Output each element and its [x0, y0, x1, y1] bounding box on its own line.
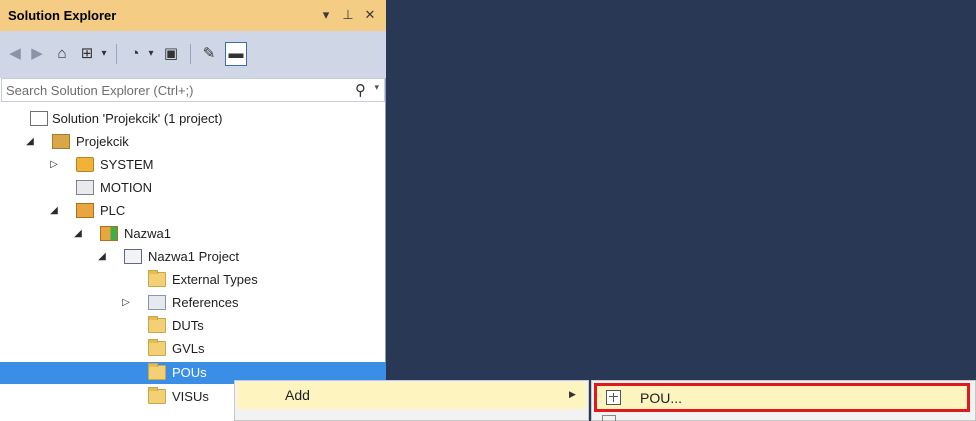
- expand-arrow-icon[interactable]: ◢: [72, 223, 84, 245]
- toolbar-separator: [116, 44, 117, 64]
- window-position-dropdown-icon[interactable]: ▾: [318, 6, 334, 24]
- pin-icon[interactable]: ⊥: [340, 6, 356, 24]
- toolbar-separator: [190, 44, 191, 64]
- expand-arrow-icon[interactable]: ◢: [24, 131, 36, 153]
- folder-icon: [148, 316, 166, 333]
- tree-item-nazwa1-project[interactable]: ◢ Nazwa1 Project: [0, 246, 386, 268]
- switch-views-dropdown-icon[interactable]: ▾: [99, 42, 109, 66]
- plc-icon: [76, 203, 94, 218]
- tree-item-label: Solution 'Projekcik' (1 project): [52, 111, 223, 126]
- solution-explorer-panel: Solution Explorer ▾ ⊥ ✕ ◀ ▶ ⌂ ⊞ ▾ ◔ ▾ ▣ …: [0, 0, 386, 421]
- tree-item-label: Nazwa1 Project: [148, 249, 240, 264]
- collapse-all-icon[interactable]: ▣: [160, 42, 182, 66]
- expand-arrow-icon[interactable]: ◢: [96, 246, 108, 268]
- panel-title-bar[interactable]: Solution Explorer ▾ ⊥ ✕: [0, 0, 386, 31]
- solution-icon: [30, 111, 48, 126]
- tree-item-external-types[interactable]: External Types: [0, 269, 386, 291]
- pending-changes-dropdown-icon[interactable]: ▾: [146, 42, 156, 66]
- close-icon[interactable]: ✕: [362, 6, 378, 24]
- tree-item-gvls[interactable]: GVLs: [0, 338, 386, 360]
- switch-views-icon[interactable]: ⊞: [76, 42, 98, 66]
- tree-item-label: References: [172, 295, 239, 310]
- expand-arrow-icon[interactable]: ◢: [48, 200, 60, 222]
- project-file-icon: [124, 249, 142, 264]
- tree-item-label: DUTs: [172, 318, 204, 333]
- plc-project-icon: [100, 226, 118, 241]
- panel-title: Solution Explorer: [8, 8, 117, 23]
- tree-item-label: Projekcik: [76, 134, 129, 149]
- tree-item-project[interactable]: ◢ Projekcik: [0, 131, 386, 153]
- search-icon[interactable]: ⚲: [355, 81, 366, 99]
- context-menu: Add ▶: [234, 380, 589, 421]
- submenu-arrow-icon: ▶: [569, 389, 576, 399]
- tree-item-label: SYSTEM: [100, 157, 154, 172]
- pou-icon: [606, 390, 621, 405]
- tree-item-label: External Types: [172, 272, 258, 287]
- tree-item-duts[interactable]: DUTs: [0, 315, 386, 337]
- folder-icon: [148, 339, 166, 356]
- system-icon: [76, 157, 94, 172]
- pending-changes-icon[interactable]: ◔: [124, 42, 146, 66]
- properties-icon[interactable]: ✎: [198, 42, 220, 66]
- tree-item-motion[interactable]: MOTION: [0, 177, 386, 199]
- tree-item-system[interactable]: ▷ SYSTEM: [0, 154, 386, 176]
- project-icon: [52, 134, 70, 149]
- preview-icon[interactable]: ▬: [225, 42, 247, 66]
- tree-item-label: PLC: [100, 203, 126, 218]
- folder-icon: [148, 387, 166, 404]
- search-options-dropdown-icon[interactable]: ▾: [374, 82, 379, 93]
- collapse-arrow-icon[interactable]: ▷: [120, 292, 132, 314]
- folder-icon: [148, 270, 166, 287]
- folder-icon: [148, 363, 166, 380]
- menu-item-add-label: Add: [285, 387, 310, 403]
- motion-icon: [76, 180, 94, 195]
- add-submenu: POU...: [591, 380, 976, 421]
- tree-item-label: Nazwa1: [124, 226, 171, 241]
- tree-item-solution[interactable]: Solution 'Projekcik' (1 project): [0, 108, 386, 130]
- tree-item-nazwa1[interactable]: ◢ Nazwa1: [0, 223, 386, 245]
- menu-item-icon: [602, 415, 616, 421]
- tree-item-references[interactable]: ▷ References: [0, 292, 386, 314]
- forward-icon[interactable]: ▶: [28, 42, 46, 66]
- menu-item-pou-label: POU...: [640, 390, 683, 406]
- tree-item-label: POUs: [172, 365, 207, 380]
- solution-explorer-toolbar: ◀ ▶ ⌂ ⊞ ▾ ◔ ▾ ▣ ✎ ▬: [0, 31, 386, 78]
- menu-item-pou[interactable]: POU...: [594, 383, 970, 412]
- home-icon[interactable]: ⌂: [52, 42, 72, 66]
- tree-item-label: VISUs: [172, 389, 209, 404]
- search-input[interactable]: [6, 81, 336, 99]
- search-box: ⚲ ▾: [1, 78, 385, 102]
- tree-item-label: GVLs: [172, 341, 205, 356]
- references-icon: [148, 295, 166, 310]
- tree-item-label: MOTION: [100, 180, 152, 195]
- collapse-arrow-icon[interactable]: ▷: [48, 154, 60, 176]
- tree-item-plc[interactable]: ◢ PLC: [0, 200, 386, 222]
- back-icon[interactable]: ◀: [6, 42, 24, 66]
